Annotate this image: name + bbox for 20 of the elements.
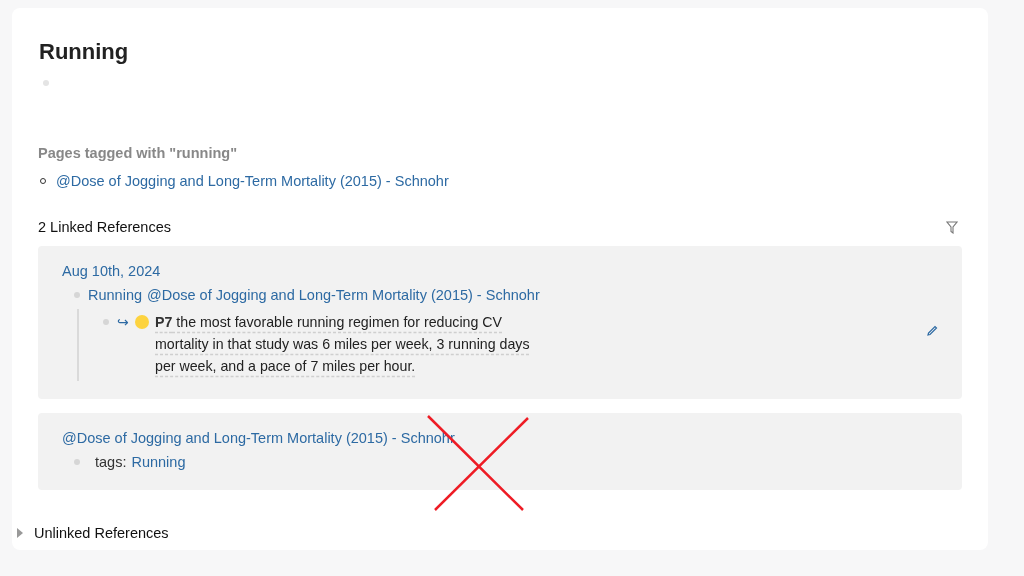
bullet-dot[interactable] [74, 459, 80, 465]
bullet-dot[interactable] [43, 80, 49, 86]
section-heading: Unlinked References [34, 524, 169, 543]
pencil-icon[interactable] [926, 325, 938, 337]
bullet-dot[interactable] [74, 292, 80, 298]
reference-arrow: ↪ [117, 313, 129, 332]
page-title: Running [39, 38, 130, 66]
filter-icon[interactable] [946, 220, 958, 234]
circle-icon [135, 315, 149, 329]
reference-title[interactable]: Aug 10th, 2024 [62, 261, 161, 281]
section-heading: Pages tagged with "running" [38, 144, 238, 163]
page-link[interactable]: Running [131, 452, 186, 472]
tag-label: tags: [95, 453, 127, 472]
expand-arrow-icon[interactable] [17, 528, 23, 538]
section-heading: 2 Linked References [38, 218, 171, 237]
page-link[interactable]: Running [88, 285, 142, 305]
block-text: P7 the most favorable running regimen for reducing CV mortality in that study was 6 miles per week, 3 running days per week, and a pace of 7 miles per hour. [155, 313, 531, 376]
page-link[interactable]: @Dose of Jogging and Long-Term Mortality (2015) - Schnohr [147, 285, 540, 305]
page-link[interactable]: @Dose of Jogging and Long-Term Mortality (2015) - Schnohr [56, 171, 449, 191]
bullet-dot[interactable] [103, 319, 109, 325]
